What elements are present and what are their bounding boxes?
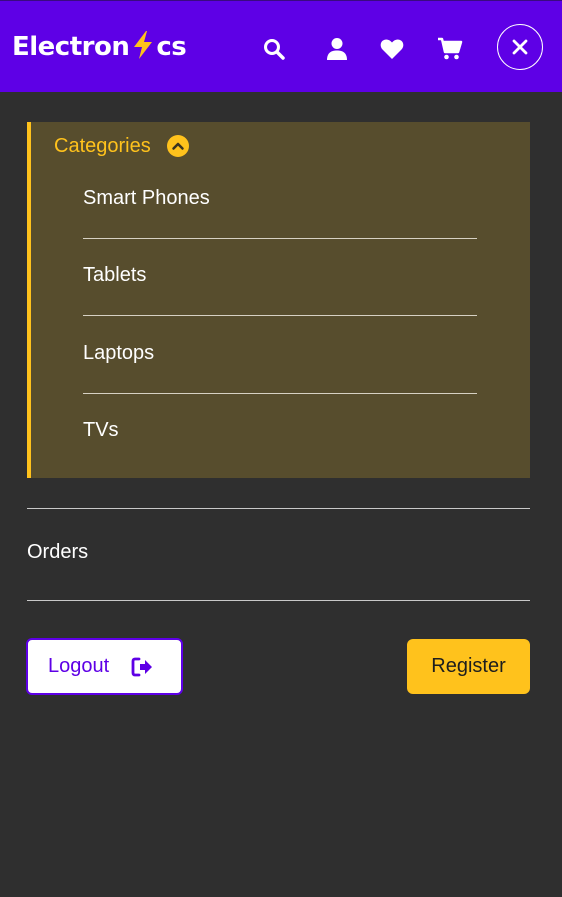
register-button[interactable]: Register bbox=[407, 639, 530, 694]
menu-divider bbox=[27, 508, 530, 509]
brand-suffix: cs bbox=[156, 32, 187, 62]
categories-toggle[interactable]: Categories bbox=[54, 132, 189, 160]
heart-icon[interactable] bbox=[379, 36, 405, 62]
sign-out-icon bbox=[131, 657, 153, 676]
category-item-smart-phones[interactable]: Smart Phones bbox=[83, 187, 477, 210]
menu-divider bbox=[27, 600, 530, 601]
lightning-bolt-icon bbox=[134, 31, 153, 59]
categories-panel: Categories Smart Phones Tablets Laptops … bbox=[27, 122, 530, 478]
category-divider bbox=[83, 238, 477, 239]
search-icon[interactable] bbox=[261, 36, 287, 62]
close-menu-button[interactable] bbox=[497, 24, 543, 70]
category-item-tablets[interactable]: Tablets bbox=[83, 264, 477, 287]
chevron-up-icon bbox=[166, 135, 189, 157]
category-divider bbox=[83, 393, 477, 394]
logout-label: Logout bbox=[48, 655, 110, 677]
cart-icon[interactable] bbox=[437, 36, 463, 62]
category-divider bbox=[83, 315, 477, 316]
user-icon[interactable] bbox=[324, 36, 350, 62]
orders-link[interactable]: Orders bbox=[27, 541, 88, 564]
logout-button[interactable]: Logout bbox=[26, 638, 183, 695]
category-item-tvs[interactable]: TVs bbox=[83, 419, 477, 442]
category-item-laptops[interactable]: Laptops bbox=[83, 342, 477, 365]
brand-prefix: Electron bbox=[12, 32, 130, 62]
categories-title: Categories bbox=[54, 134, 151, 157]
brand-logo[interactable]: Electron cs bbox=[12, 29, 187, 65]
close-icon bbox=[512, 39, 528, 55]
top-header: Electron cs bbox=[0, 0, 562, 92]
